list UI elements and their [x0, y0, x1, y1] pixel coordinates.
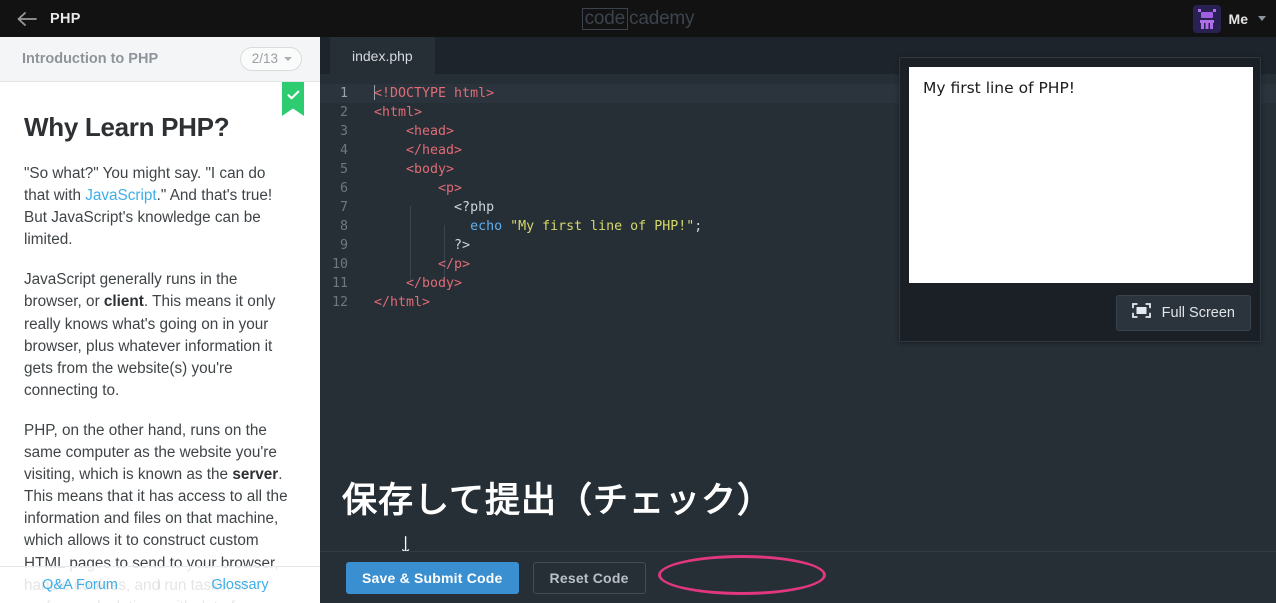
line-number: 9	[320, 236, 356, 255]
lesson-paragraph: "So what?" You might say. "I can do that…	[24, 163, 288, 251]
glossary-link[interactable]: Glossary	[160, 577, 320, 593]
line-number: 7	[320, 198, 356, 217]
code-token: ?>	[374, 238, 470, 253]
code-text: <head>	[356, 122, 454, 141]
sidebar-header: Introduction to PHP 2/13	[0, 37, 320, 82]
avatar-icon	[1193, 5, 1221, 33]
code-text: </p>	[356, 255, 470, 274]
code-token: echo	[374, 219, 510, 234]
inline-bold: server	[232, 466, 278, 483]
back-arrow-icon[interactable]	[16, 10, 38, 28]
code-token: ;	[694, 219, 702, 234]
code-token: </head>	[374, 143, 462, 158]
fullscreen-expand-icon	[1132, 303, 1151, 323]
topbar-left-group: PHP	[0, 10, 330, 28]
code-text: echo "My first line of PHP!";	[356, 217, 702, 236]
logo-rest-text: cademy	[629, 9, 694, 28]
lesson-sidebar: Introduction to PHP 2/13 Why Learn PHP? …	[0, 37, 320, 603]
reset-code-button[interactable]: Reset Code	[533, 562, 646, 594]
lesson-page: PHP codecademy Me	[0, 0, 1276, 603]
inline-bold: client	[104, 293, 144, 310]
line-number: 2	[320, 103, 356, 122]
full-screen-label: Full Screen	[1162, 305, 1235, 321]
top-navigation-bar: PHP codecademy Me	[0, 0, 1276, 37]
code-text: <!DOCTYPE html>	[356, 84, 494, 103]
output-screen: My first line of PHP!	[909, 67, 1253, 283]
code-token: <head>	[374, 124, 454, 139]
line-number: 3	[320, 122, 356, 141]
code-token: <body>	[374, 162, 454, 177]
code-token: <!DOCTYPE html>	[374, 86, 494, 101]
output-text: My first line of PHP!	[923, 79, 1239, 97]
code-text: </html>	[356, 293, 430, 312]
qa-forum-link[interactable]: Q&A Forum	[0, 577, 160, 593]
chevron-down-icon[interactable]	[1258, 16, 1266, 21]
user-label: Me	[1229, 11, 1248, 27]
code-token: "My first line of PHP!"	[510, 219, 694, 234]
code-text: </body>	[356, 274, 462, 293]
line-number: 6	[320, 179, 356, 198]
line-number: 11	[320, 274, 356, 293]
inline-link[interactable]: JavaScript	[85, 187, 156, 204]
save-submit-button[interactable]: Save & Submit Code	[346, 562, 519, 594]
code-text: </head>	[356, 141, 462, 160]
editor-toolbar: Save & Submit Code Reset Code	[320, 551, 1276, 603]
course-title: PHP	[50, 11, 81, 27]
page-title: Why Learn PHP?	[24, 112, 288, 143]
line-number: 4	[320, 141, 356, 160]
progress-label: 2/13	[252, 51, 278, 66]
code-text: ?>	[356, 236, 470, 255]
check-ribbon-icon[interactable]	[282, 82, 304, 116]
code-token: <html>	[374, 105, 422, 120]
line-number: 12	[320, 293, 356, 312]
tab-label: index.php	[352, 48, 413, 64]
code-text: <?php	[356, 198, 494, 217]
chevron-down-icon	[284, 57, 292, 61]
code-token: <?php	[374, 200, 494, 215]
tab-index-php[interactable]: index.php	[330, 37, 435, 74]
code-text: <body>	[356, 160, 454, 179]
progress-dropdown[interactable]: 2/13	[240, 47, 302, 71]
line-number: 8	[320, 217, 356, 236]
sidebar-footer: Q&A Forum Glossary	[0, 566, 320, 603]
full-screen-button[interactable]: Full Screen	[1116, 295, 1251, 331]
line-number: 5	[320, 160, 356, 179]
code-text: <html>	[356, 103, 422, 122]
annotation-text: 保存して提出（チェック）	[342, 472, 773, 523]
lesson-paragraphs: "So what?" You might say. "I can do that…	[24, 163, 288, 603]
output-preview-panel: My first line of PHP! Full Screen	[899, 57, 1261, 342]
line-number: 1	[320, 84, 356, 103]
user-menu[interactable]: Me	[1193, 0, 1266, 37]
code-token: </body>	[374, 276, 462, 291]
code-token: </p>	[374, 257, 470, 272]
lesson-paragraph: JavaScript generally runs in the browser…	[24, 269, 288, 402]
code-text: <p>	[356, 179, 462, 198]
sidebar-section-title: Introduction to PHP	[22, 51, 158, 67]
logo-boxed-text: code	[582, 8, 628, 30]
line-number: 10	[320, 255, 356, 274]
code-token: <p>	[374, 181, 462, 196]
code-token: </html>	[374, 295, 430, 310]
lesson-content: Why Learn PHP? "So what?" You might say.…	[0, 82, 320, 603]
